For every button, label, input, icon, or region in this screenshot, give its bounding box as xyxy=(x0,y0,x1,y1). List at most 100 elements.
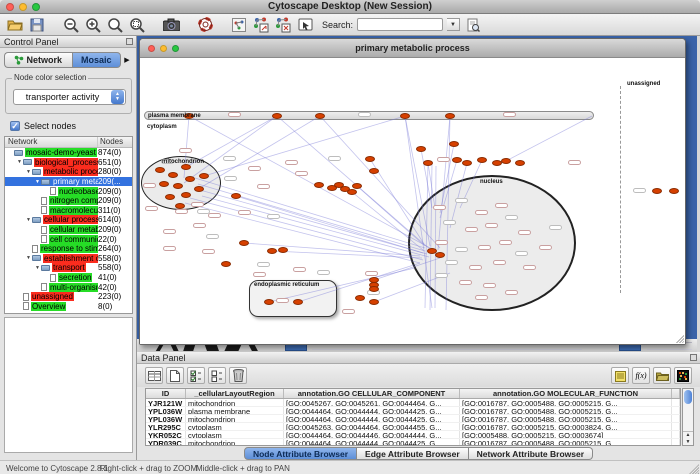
open-file-icon[interactable] xyxy=(6,16,24,34)
minimize-window-icon[interactable] xyxy=(19,3,27,11)
graph-node[interactable] xyxy=(365,156,375,162)
tree-row[interactable]: cell communicat22(0) xyxy=(5,234,132,244)
graph-node[interactable] xyxy=(435,252,445,258)
close-network-window-icon[interactable] xyxy=(148,45,155,52)
graph-node[interactable] xyxy=(347,189,357,195)
table-row[interactable]: YKR052Ccytoplasm[GO:0044464, GO:0044446,… xyxy=(146,431,680,439)
col-go-molecular-function[interactable]: annotation.GO MOLECULAR_FUNCTION xyxy=(460,389,672,398)
tab-node-attribute-browser[interactable]: Node Attribute Browser xyxy=(244,447,357,460)
expander-icon[interactable]: ▼ xyxy=(34,265,41,271)
graph-edge[interactable] xyxy=(200,190,427,254)
delete-attribute-icon[interactable] xyxy=(229,367,247,384)
table-scrollbar[interactable]: ▲▼ xyxy=(682,388,694,446)
expander-icon[interactable]: ▼ xyxy=(25,255,32,261)
expander-icon[interactable]: ▼ xyxy=(25,217,32,223)
graph-node[interactable] xyxy=(165,194,175,200)
expander-icon[interactable]: ▼ xyxy=(25,169,32,175)
search-dropdown-icon[interactable]: ▼ xyxy=(447,18,460,31)
tree-col-network[interactable]: Network xyxy=(5,137,98,147)
graph-node[interactable] xyxy=(477,157,487,163)
graph-edge[interactable] xyxy=(438,116,450,250)
tree-row[interactable]: nitrogen compo209(0) xyxy=(5,196,132,206)
graph-edge[interactable] xyxy=(435,166,436,308)
tree-row[interactable]: ▼establishment of lo558(0) xyxy=(5,254,132,264)
import-attributes-icon[interactable] xyxy=(653,367,671,384)
graph-node[interactable] xyxy=(159,181,169,187)
graph-node[interactable] xyxy=(445,113,455,119)
graph-node[interactable] xyxy=(400,113,410,119)
graph-node[interactable] xyxy=(194,186,204,192)
heatmap-icon[interactable] xyxy=(674,367,692,384)
tree-row[interactable]: mosaic-demo-yeast874(0) xyxy=(5,148,132,158)
network-window-titlebar[interactable]: primary metabolic process xyxy=(140,39,685,58)
tree-row[interactable]: Overview8(0) xyxy=(5,302,132,312)
annotation-select-icon[interactable] xyxy=(296,16,314,34)
scrollbar-arrows[interactable]: ▲▼ xyxy=(683,431,693,445)
network-canvas[interactable]: plasma membrane cytoplasm mitochondrion … xyxy=(140,58,685,344)
tree-row[interactable]: ▼metabolic process280(0) xyxy=(5,167,132,177)
col-id[interactable]: ID xyxy=(146,389,186,398)
zoom-out-icon[interactable] xyxy=(62,16,80,34)
tree-row[interactable]: multi-organism pro42(0) xyxy=(5,282,132,292)
scrollbar-thumb[interactable] xyxy=(684,390,692,404)
graph-edge[interactable] xyxy=(430,163,432,310)
table-row[interactable]: YPL036W__2plasma membrane[GO:0044464, GO… xyxy=(146,407,680,415)
tree-row[interactable]: macromolecule311(0) xyxy=(5,206,132,216)
zoom-selected-icon[interactable] xyxy=(106,16,124,34)
tree-row[interactable]: ▼primary metabo209(... xyxy=(5,177,132,187)
network-view-window[interactable]: primary metabolic process plasma membran… xyxy=(139,38,686,345)
graph-node[interactable] xyxy=(221,261,231,267)
zoom-window-icon[interactable] xyxy=(32,3,40,11)
graph-node[interactable] xyxy=(501,158,511,164)
table-row[interactable]: YDR039C__1mitochondrion[GO:0044464, GO:0… xyxy=(146,439,680,446)
tree-row[interactable]: cellular metabo209(0) xyxy=(5,225,132,235)
graph-node[interactable] xyxy=(315,113,325,119)
graph-edge[interactable] xyxy=(184,116,277,183)
graph-node[interactable] xyxy=(293,299,303,305)
tab-network-attribute-browser[interactable]: Network Attribute Browser xyxy=(469,447,593,460)
select-nodes-checkbox[interactable]: ✓ xyxy=(10,121,20,131)
graph-edge[interactable] xyxy=(190,198,423,260)
node-color-dropdown[interactable]: transporter activity ▲▼ xyxy=(13,89,126,105)
tree-row[interactable]: ▼cellular process614(0) xyxy=(5,215,132,225)
graph-node[interactable] xyxy=(199,173,209,179)
graph-node[interactable] xyxy=(175,203,185,209)
search-input[interactable] xyxy=(357,18,443,31)
layout-overlay-icon-1[interactable] xyxy=(252,16,270,34)
graph-edge[interactable] xyxy=(450,163,467,228)
save-icon[interactable] xyxy=(28,16,46,34)
graph-node[interactable] xyxy=(264,299,274,305)
notepad-icon[interactable] xyxy=(611,367,629,384)
graph-edge[interactable] xyxy=(200,116,320,188)
layout-overlay-icon-2[interactable] xyxy=(274,16,292,34)
graph-node[interactable] xyxy=(278,247,288,253)
tree-row[interactable]: ▼biological_process651(0) xyxy=(5,158,132,168)
zoom-network-window-icon[interactable] xyxy=(172,45,179,52)
graph-node[interactable] xyxy=(314,182,324,188)
col-go-cellular-component[interactable]: annotation.GO CELLULAR_COMPONENT xyxy=(284,389,460,398)
tab-network[interactable]: Network xyxy=(4,52,72,68)
graph-node[interactable] xyxy=(185,176,195,182)
graph-node[interactable] xyxy=(452,157,462,163)
zoom-in-icon[interactable] xyxy=(84,16,102,34)
tree-row[interactable]: ▼transport558(0) xyxy=(5,263,132,273)
graph-node[interactable] xyxy=(231,193,241,199)
float-panel-icon[interactable] xyxy=(126,38,133,45)
close-window-icon[interactable] xyxy=(6,3,14,11)
unselect-attributes-icon[interactable] xyxy=(208,367,226,384)
graph-edge[interactable] xyxy=(405,116,430,246)
graph-node[interactable] xyxy=(352,183,362,189)
graph-node[interactable] xyxy=(355,295,365,301)
cytopanel-icon[interactable] xyxy=(230,16,248,34)
minimize-network-window-icon[interactable] xyxy=(160,45,167,52)
tree-col-nodes[interactable]: Nodes xyxy=(98,137,132,147)
graph-node[interactable] xyxy=(369,286,379,292)
col-cellular-layout-region[interactable]: _cellularLayoutRegion xyxy=(186,389,284,398)
graph-node[interactable] xyxy=(181,192,191,198)
tab-overflow-arrow[interactable]: ▶ xyxy=(121,52,133,68)
window-titlebar[interactable]: Cytoscape Desktop (New Session) xyxy=(0,0,700,14)
new-attribute-icon[interactable] xyxy=(166,367,184,384)
graph-node[interactable] xyxy=(449,141,459,147)
graph-edge[interactable] xyxy=(195,178,425,248)
graph-node[interactable] xyxy=(173,183,183,189)
